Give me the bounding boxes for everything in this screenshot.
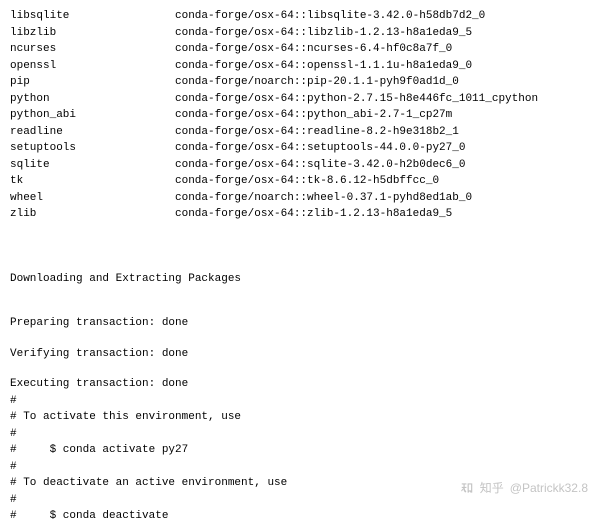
package-spec: conda-forge/osx-64::libsqlite-3.42.0-h58… (175, 8, 590, 25)
watermark-handle: @Patrickk32.8 (510, 479, 588, 497)
watermark: 知乎 @Patrickk32.8 (460, 479, 588, 497)
package-spec: conda-forge/osx-64::sqlite-3.42.0-h2b0de… (175, 157, 590, 174)
package-spec: conda-forge/osx-64::python_abi-2.7-1_cp2… (175, 107, 590, 124)
package-row: setuptools conda-forge/osx-64::setuptool… (10, 140, 590, 157)
comment-line: # (10, 393, 590, 410)
package-name: wheel (10, 190, 175, 207)
comment-line: # $ conda deactivate (10, 508, 590, 525)
package-name: python_abi (10, 107, 175, 124)
package-spec: conda-forge/osx-64::zlib-1.2.13-h8a1eda9… (175, 206, 590, 223)
package-name: pip (10, 74, 175, 91)
package-row: libzlib conda-forge/osx-64::libzlib-1.2.… (10, 25, 590, 42)
package-name: ncurses (10, 41, 175, 58)
package-name: readline (10, 124, 175, 141)
package-name: libzlib (10, 25, 175, 42)
package-row: zlib conda-forge/osx-64::zlib-1.2.13-h8a… (10, 206, 590, 223)
watermark-platform: 知乎 (480, 479, 504, 497)
verifying-status: Verifying transaction: done (10, 346, 590, 363)
package-spec: conda-forge/osx-64::libzlib-1.2.13-h8a1e… (175, 25, 590, 42)
package-spec: conda-forge/noarch::wheel-0.37.1-pyhd8ed… (175, 190, 590, 207)
comment-line: # $ conda activate py27 (10, 442, 590, 459)
package-row: tk conda-forge/osx-64::tk-8.6.12-h5dbffc… (10, 173, 590, 190)
package-spec: conda-forge/noarch::pip-20.1.1-pyh9f0ad1… (175, 74, 590, 91)
package-name: python (10, 91, 175, 108)
package-spec: conda-forge/osx-64::ncurses-6.4-hf0c8a7f… (175, 41, 590, 58)
package-spec: conda-forge/osx-64::readline-8.2-h9e318b… (175, 124, 590, 141)
preparing-status: Preparing transaction: done (10, 315, 590, 332)
executing-status: Executing transaction: done (10, 376, 590, 393)
package-row: libsqlite conda-forge/osx-64::libsqlite-… (10, 8, 590, 25)
comment-line: # (10, 459, 590, 476)
package-spec: conda-forge/osx-64::tk-8.6.12-h5dbffcc_0 (175, 173, 590, 190)
terminal-output: libsqlite conda-forge/osx-64::libsqlite-… (10, 8, 590, 525)
package-row: sqlite conda-forge/osx-64::sqlite-3.42.0… (10, 157, 590, 174)
package-name: zlib (10, 206, 175, 223)
zhihu-icon (460, 481, 474, 495)
package-list: libsqlite conda-forge/osx-64::libsqlite-… (10, 8, 590, 223)
downloading-header: Downloading and Extracting Packages (10, 271, 590, 288)
package-row: readline conda-forge/osx-64::readline-8.… (10, 124, 590, 141)
package-row: python conda-forge/osx-64::python-2.7.15… (10, 91, 590, 108)
package-spec: conda-forge/osx-64::setuptools-44.0.0-py… (175, 140, 590, 157)
package-name: libsqlite (10, 8, 175, 25)
package-name: setuptools (10, 140, 175, 157)
comment-line: # (10, 426, 590, 443)
package-row: python_abi conda-forge/osx-64::python_ab… (10, 107, 590, 124)
package-name: sqlite (10, 157, 175, 174)
package-name: tk (10, 173, 175, 190)
package-row: openssl conda-forge/osx-64::openssl-1.1.… (10, 58, 590, 75)
package-spec: conda-forge/osx-64::python-2.7.15-h8e446… (175, 91, 590, 108)
package-row: ncurses conda-forge/osx-64::ncurses-6.4-… (10, 41, 590, 58)
package-name: openssl (10, 58, 175, 75)
package-spec: conda-forge/osx-64::openssl-1.1.1u-h8a1e… (175, 58, 590, 75)
package-row: wheel conda-forge/noarch::wheel-0.37.1-p… (10, 190, 590, 207)
package-row: pip conda-forge/noarch::pip-20.1.1-pyh9f… (10, 74, 590, 91)
comment-line: # To activate this environment, use (10, 409, 590, 426)
